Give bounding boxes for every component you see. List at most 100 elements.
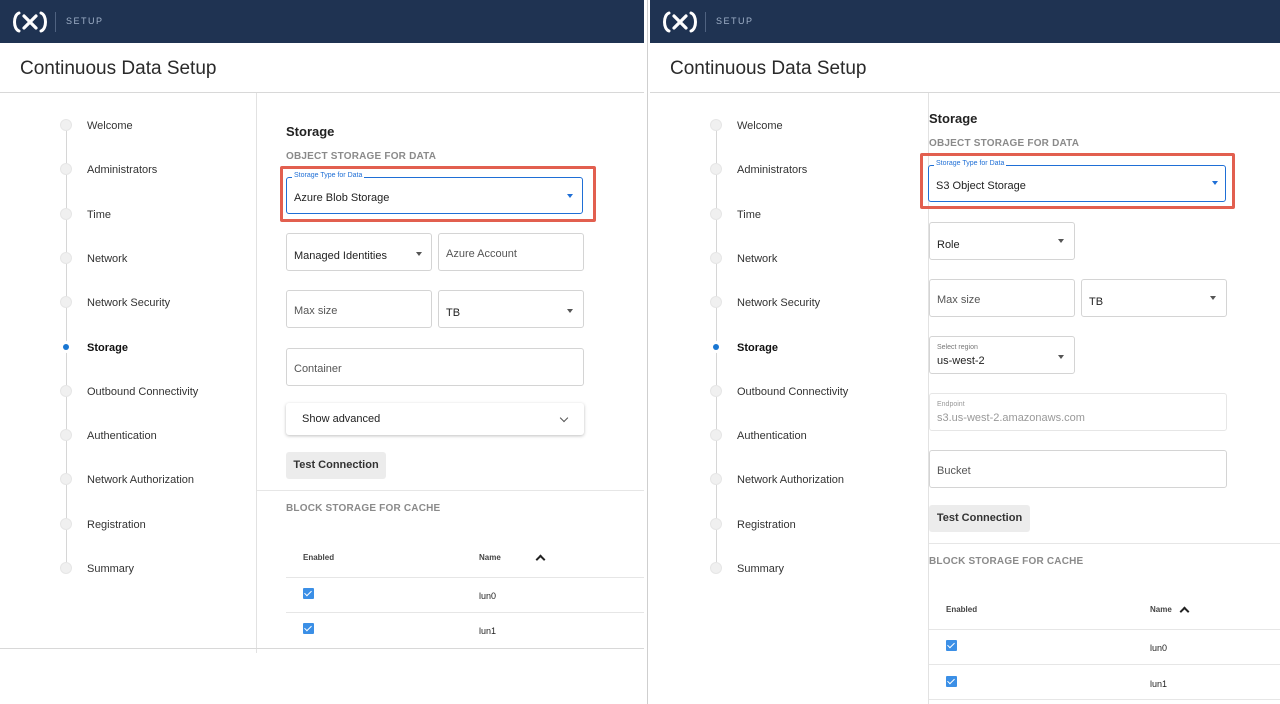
max-size-input[interactable]: Max size <box>286 290 432 328</box>
test-connection-button[interactable]: Test Connection <box>286 452 386 479</box>
table-cell-name: lun1 <box>1150 679 1168 689</box>
role-value: Role <box>937 239 960 251</box>
caret-down-icon <box>1212 181 1218 185</box>
max-size-input[interactable]: Max size <box>929 279 1075 317</box>
step-dot-icon <box>710 562 722 574</box>
table-divider <box>286 612 644 613</box>
storage-type-select[interactable]: Storage Type for Data S3 Object Storage <box>928 160 1226 202</box>
stepper-item-label: Network <box>87 252 128 265</box>
step-dot-icon <box>60 429 72 442</box>
caret-down-icon <box>1058 239 1064 243</box>
stepper-item-label: Network Authorization <box>87 474 194 487</box>
table-divider <box>929 664 1280 665</box>
max-size-placeholder: Max size <box>294 305 338 317</box>
table-cell-name: lun1 <box>479 626 497 636</box>
step-dot-icon <box>710 251 722 264</box>
col-name-header[interactable]: Name <box>479 553 501 562</box>
stepper-item-label: Administrators <box>87 164 158 177</box>
step-dot-icon <box>60 251 72 264</box>
sort-ascending-icon[interactable] <box>1179 606 1190 617</box>
stepper-item-label: Outbound Connectivity <box>737 385 849 398</box>
storage-type-value: S3 Object Storage <box>936 180 1026 192</box>
top-bar: SETUP <box>0 0 644 43</box>
table-divider <box>929 629 1280 630</box>
stepper-item-label: Administrators <box>737 164 808 177</box>
sort-ascending-icon[interactable] <box>535 554 546 565</box>
right-screenshot-panel: SETUP Continuous Data Setup Welcome Admin… <box>650 0 1280 704</box>
auth-method-select[interactable]: Managed Identities <box>286 233 432 271</box>
storage-type-label: Storage Type for Data <box>292 172 365 179</box>
caret-down-icon <box>1210 296 1216 300</box>
stepper-item-label: Registration <box>737 518 796 531</box>
step-dot-icon <box>710 429 722 442</box>
table-divider <box>286 577 644 578</box>
bucket-input[interactable]: Bucket <box>929 450 1227 488</box>
caret-down-icon <box>567 194 573 198</box>
step-dot-icon <box>60 562 72 574</box>
size-unit-value: TB <box>446 307 461 319</box>
step-dot-icon <box>710 517 722 530</box>
stepper-item-label: Network Security <box>87 297 171 310</box>
panel-separator <box>647 0 648 704</box>
endpoint-field: Endpoint s3.us-west-2.amazonaws.com <box>929 393 1227 431</box>
region-label: Select region <box>937 344 978 351</box>
section-divider <box>257 490 644 491</box>
role-select[interactable]: Role <box>929 222 1075 260</box>
cx-logo-icon <box>13 11 47 33</box>
section-title: Storage <box>929 111 978 126</box>
title-divider <box>650 92 1280 93</box>
azure-account-input[interactable]: Azure Account <box>438 233 584 271</box>
app-section-label: SETUP <box>66 16 104 26</box>
step-dot-icon <box>710 119 722 131</box>
step-dot-icon <box>710 384 722 397</box>
step-dot-icon <box>60 119 72 131</box>
checkbox-checked-icon[interactable] <box>303 588 314 599</box>
stepper-item-label: Summary <box>737 563 785 575</box>
cx-logo-icon <box>663 11 697 33</box>
stepper-item-label: Storage <box>737 341 778 354</box>
object-storage-heading: OBJECT STORAGE FOR DATA <box>929 138 1080 149</box>
step-dot-icon <box>60 473 72 486</box>
table-cell-name: lun0 <box>1150 643 1168 653</box>
storage-type-select[interactable]: Storage Type for Data Azure Blob Storage <box>286 172 583 214</box>
stepper-item-label: Storage <box>87 341 128 354</box>
container-input[interactable]: Container <box>286 348 584 386</box>
region-select[interactable]: Select region us-west-2 <box>929 336 1075 374</box>
stepper-item-label: Network <box>737 252 778 265</box>
storage-type-value: Azure Blob Storage <box>294 192 390 204</box>
topbar-separator <box>705 12 706 32</box>
checkbox-checked-icon[interactable] <box>946 640 957 651</box>
stepper-item-label: Authentication <box>87 430 157 443</box>
sidebar-divider <box>256 93 257 653</box>
table-cell-name: lun0 <box>479 591 497 601</box>
col-name-header[interactable]: Name <box>1150 605 1172 614</box>
section-divider <box>929 543 1280 544</box>
caret-down-icon <box>416 252 422 256</box>
bucket-placeholder: Bucket <box>937 465 971 477</box>
block-storage-heading: BLOCK STORAGE FOR CACHE <box>286 503 441 514</box>
caret-down-icon <box>1058 355 1064 359</box>
col-enabled-header[interactable]: Enabled <box>946 605 977 614</box>
test-connection-button[interactable]: Test Connection <box>929 505 1030 532</box>
col-enabled-header[interactable]: Enabled <box>303 553 334 562</box>
show-advanced-toggle[interactable]: Show advanced <box>286 403 584 435</box>
size-unit-value: TB <box>1089 296 1104 308</box>
stepper-item-label: Welcome <box>737 120 783 132</box>
checkbox-checked-icon[interactable] <box>946 676 957 687</box>
step-dot-icon <box>60 207 72 220</box>
step-dot-icon <box>60 384 72 397</box>
stepper-item-label: Time <box>87 208 112 221</box>
stepper-item-label: Time <box>737 208 762 221</box>
size-unit-select[interactable]: TB <box>1081 279 1227 317</box>
azure-account-placeholder: Azure Account <box>446 248 517 260</box>
auth-method-value: Managed Identities <box>294 250 387 262</box>
stepper-item-label: Authentication <box>737 430 807 443</box>
show-advanced-label: Show advanced <box>302 413 381 425</box>
size-unit-select[interactable]: TB <box>438 290 584 328</box>
block-storage-heading: BLOCK STORAGE FOR CACHE <box>929 556 1084 567</box>
step-dot-icon <box>60 517 72 530</box>
container-placeholder: Container <box>294 363 342 375</box>
page-title: Continuous Data Setup <box>20 58 217 79</box>
checkbox-checked-icon[interactable] <box>303 623 314 634</box>
step-dot-icon <box>710 207 722 220</box>
